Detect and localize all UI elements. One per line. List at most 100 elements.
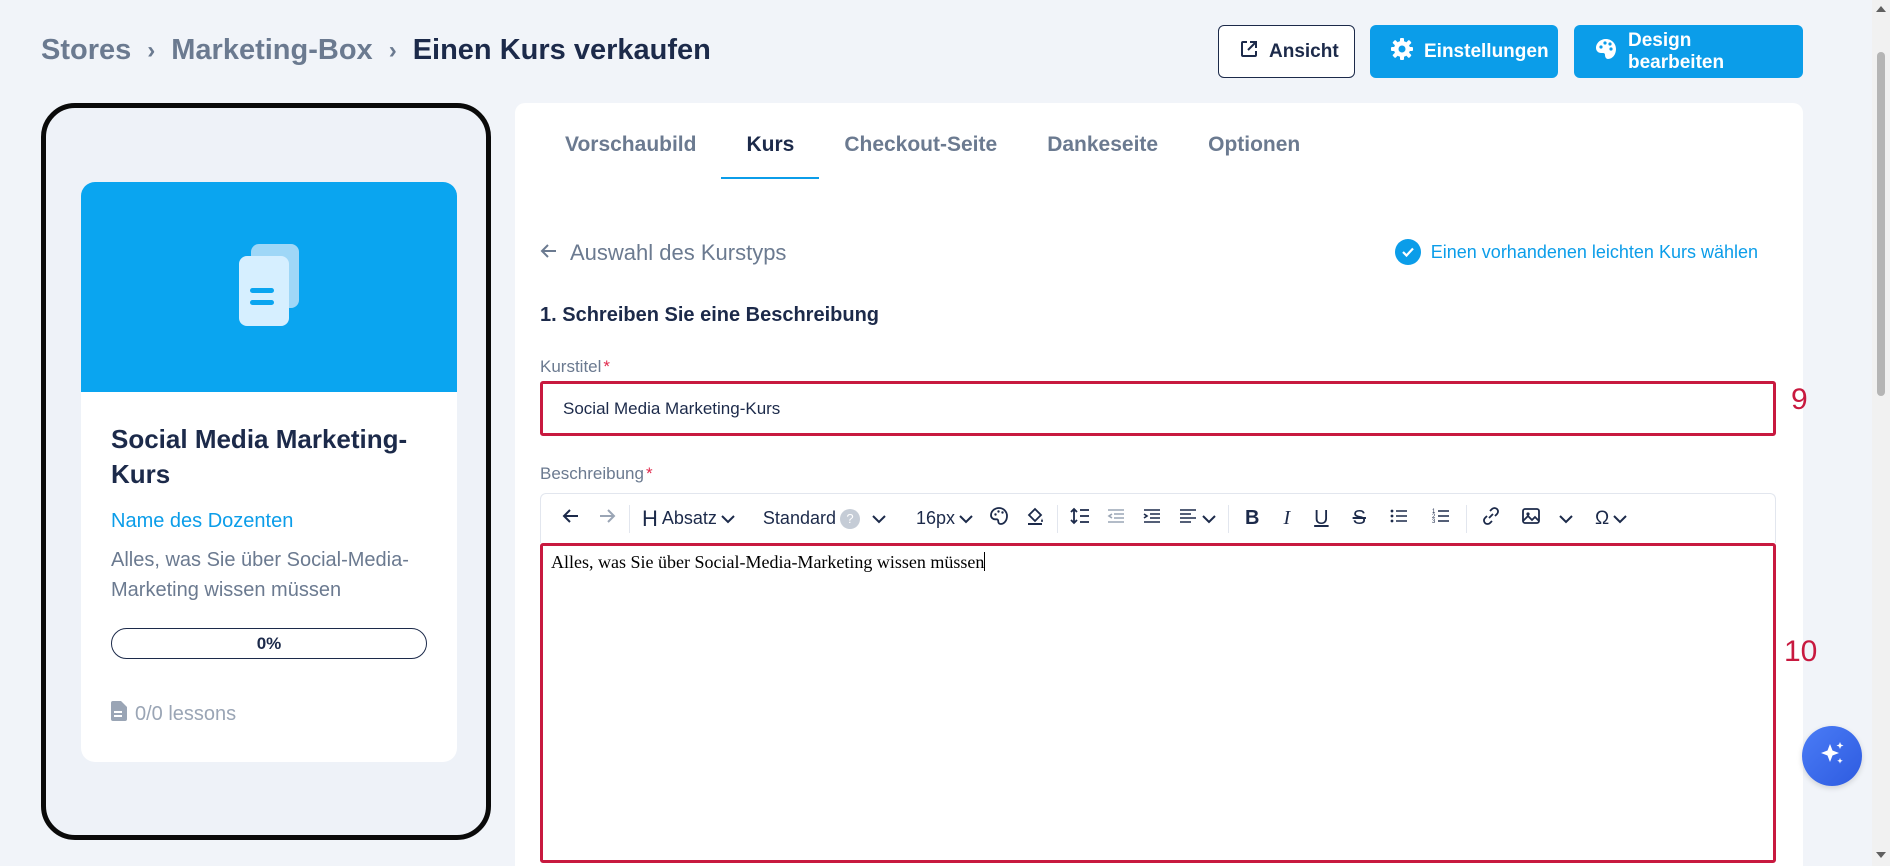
course-preview-card: Social Media Marketing-Kurs Name des Doz… [81,182,457,762]
help-icon: ? [839,508,860,529]
indent-icon [1142,506,1162,531]
section-title: 1. Schreiben Sie eine Beschreibung [540,304,880,326]
course-title-input[interactable]: Social Media Marketing-Kurs [540,381,1776,436]
line-height-button[interactable] [1062,494,1098,543]
underline-icon: U [1314,507,1329,529]
tab-checkout-seite[interactable]: Checkout-Seite [819,133,1022,177]
image-icon [1521,506,1541,531]
required-marker: * [645,464,653,483]
chevron-down-icon [721,508,735,529]
description-label-text: Beschreibung [540,464,644,483]
align-left-icon [1178,506,1198,531]
link-icon [1481,506,1501,531]
sparkles-icon [1817,739,1847,774]
tab-optionen[interactable]: Optionen [1183,133,1325,177]
tab-bar: Vorschaubild Kurs Checkout-Seite Dankese… [565,133,1325,179]
strikethrough-button[interactable]: S [1341,494,1378,543]
scroll-down-arrow-icon[interactable] [1876,852,1886,858]
undo-icon [561,506,581,531]
text-color-button[interactable] [981,494,1017,543]
back-label: Auswahl des Kurstyps [570,240,787,265]
align-dropdown[interactable] [1170,494,1224,543]
font-size-dropdown[interactable]: 16px [908,494,981,543]
view-button-label: Ansicht [1269,40,1339,62]
tab-vorschaubild[interactable]: Vorschaubild [565,133,721,177]
numbered-list-icon: 123 [1432,507,1450,530]
chevron-down-icon [872,508,886,529]
course-title-label: Kurstitel * [540,357,610,377]
documents-icon [229,240,309,335]
toolbar-divider [1228,504,1230,533]
heading-icon: H [642,505,658,531]
toolbar-divider [1465,504,1467,533]
highlight-color-button[interactable] [1017,494,1053,543]
edit-design-button-label: Design bearbeiten [1628,29,1725,73]
chevron-right-icon: › [147,36,156,64]
redo-button[interactable] [589,494,625,543]
undo-button[interactable] [553,494,589,543]
course-thumbnail [81,182,457,392]
scrollbar-thumb[interactable] [1877,52,1885,396]
scroll-up-arrow-icon[interactable] [1876,6,1886,12]
rich-text-toolbar: H Absatz Standard ? 16px B I U S 1 2 3 Ω [540,493,1776,543]
required-marker: * [603,357,611,376]
progress-bar: 0% [111,628,427,659]
font-family-label: Standard [762,508,836,528]
special-characters-dropdown[interactable]: Ω [1583,494,1639,543]
heading-dropdown[interactable]: H Absatz [634,494,743,543]
font-family-dropdown[interactable]: Standard ? [755,494,894,543]
line-height-icon [1070,506,1090,531]
chevron-down-icon [1202,508,1216,529]
chevron-down-icon [1613,508,1627,529]
settings-button[interactable]: Einstellungen [1370,25,1558,78]
breadcrumb-marketing-box[interactable]: Marketing-Box [171,34,372,67]
tab-kurs[interactable]: Kurs [721,133,820,179]
breadcrumb-stores[interactable]: Stores [41,34,131,67]
course-title-preview: Social Media Marketing-Kurs [111,424,408,489]
course-title-label-text: Kurstitel [540,357,602,376]
course-description-preview: Alles, was Sie über Social-Media-Marketi… [111,549,409,601]
choose-existing-label: Einen vorhandenen leichten Kurs wählen [1430,241,1758,262]
indent-button[interactable] [1134,494,1170,543]
bold-button[interactable]: B [1233,494,1271,543]
outdent-button[interactable] [1098,494,1134,543]
description-editor[interactable]: Alles, was Sie über Social-Media-Marketi… [540,543,1776,863]
svg-text:3: 3 [1432,519,1436,525]
description-label: Beschreibung * [540,464,653,484]
annotation-marker-10: 10 [1784,635,1818,668]
description-text: Alles, was Sie über Social-Media-Marketi… [551,552,985,572]
arrow-left-icon [540,240,558,266]
edit-design-button[interactable]: Design bearbeiten [1574,25,1803,78]
link-button[interactable] [1471,494,1511,543]
mobile-preview-frame: Social Media Marketing-Kurs Name des Doz… [41,103,491,840]
tab-dankeseite[interactable]: Dankeseite [1022,133,1183,177]
annotation-marker-9: 9 [1791,383,1808,416]
toolbar-divider [1057,504,1059,533]
palette-icon [1594,37,1618,67]
omega-icon: Ω [1594,507,1610,529]
heading-label: Absatz [661,508,717,528]
choose-existing-course-link[interactable]: Einen vorhandenen leichten Kurs wählen [1394,239,1758,265]
underline-button[interactable]: U [1302,494,1340,543]
back-to-course-type-link[interactable]: Auswahl des Kurstyps [540,240,786,266]
check-circle-icon [1394,239,1421,265]
outdent-icon [1106,506,1126,531]
view-button[interactable]: Ansicht [1218,25,1355,78]
document-icon [111,701,127,727]
progress-label: 0% [256,633,282,653]
image-dropdown[interactable] [1511,494,1583,543]
editor-panel: Vorschaubild Kurs Checkout-Seite Dankese… [515,103,1803,866]
bullet-list-button[interactable] [1378,494,1420,543]
gear-icon [1390,37,1414,67]
chevron-down-icon [959,508,973,529]
ai-assistant-button[interactable] [1802,726,1862,786]
italic-button[interactable]: I [1271,494,1302,543]
page-scrollbar[interactable] [1872,0,1890,866]
font-size-label: 16px [915,508,956,528]
external-link-icon [1239,39,1259,65]
page-title: Einen Kurs verkaufen [412,34,711,66]
lessons-count: 0/0 lessons [111,701,427,727]
text-cursor [984,552,986,571]
strikethrough-icon: S [1352,507,1366,529]
numbered-list-button[interactable]: 123 [1420,494,1462,543]
